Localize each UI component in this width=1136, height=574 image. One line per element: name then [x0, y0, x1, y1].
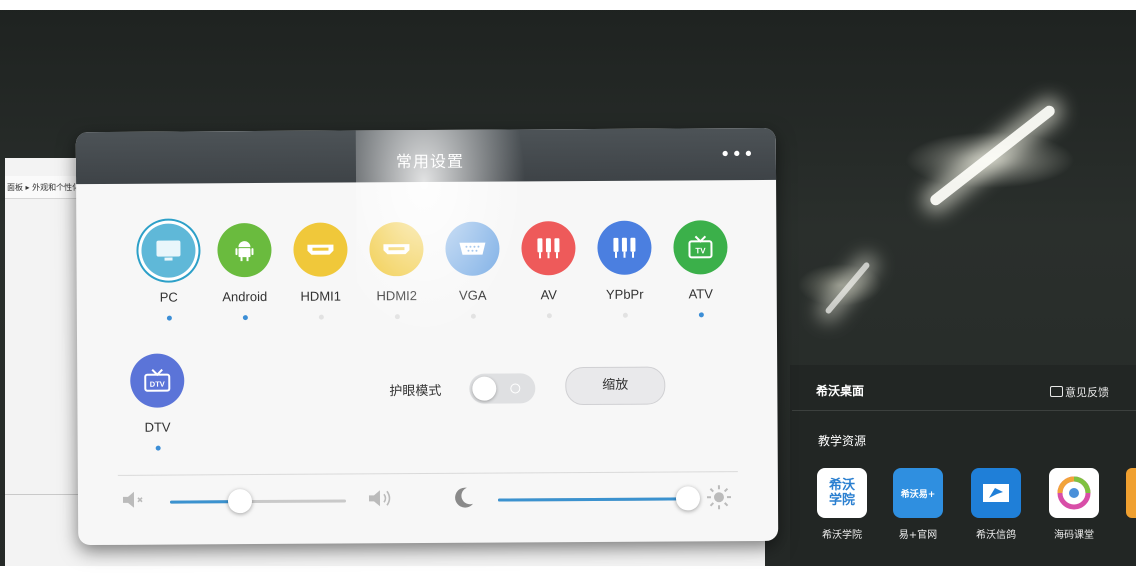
- tv-icon: TV: [673, 220, 728, 275]
- source-vga[interactable]: VGA: [435, 221, 510, 319]
- signal-dot: [546, 313, 552, 319]
- feedback-label: 意见反馈: [1065, 386, 1109, 399]
- source-hdmi1[interactable]: HDMI1: [283, 222, 358, 320]
- monitor-icon: [141, 223, 196, 278]
- signal-dot: [622, 312, 628, 318]
- app-label: 海码课堂: [1054, 530, 1094, 541]
- haima-icon: [1049, 468, 1099, 518]
- signal-dot: [155, 445, 161, 451]
- dtv-icon: DTV: [130, 353, 185, 408]
- source-label: Android: [222, 288, 268, 305]
- divider: [792, 410, 1136, 411]
- app-partial-icon[interactable]: [1126, 468, 1136, 518]
- bottom-border: [0, 566, 1136, 574]
- app-haima[interactable]: 海码课堂: [1046, 468, 1102, 541]
- mute-icon[interactable]: [120, 488, 148, 512]
- app-label: 易+官网: [898, 530, 938, 541]
- source-label: HDMI2: [376, 288, 418, 304]
- brightness-fill: [497, 497, 689, 502]
- svg-text:TV: TV: [695, 246, 706, 255]
- signal-dot: [242, 315, 248, 321]
- app-label: 希沃信鸽: [976, 530, 1016, 541]
- eye-mode-toggle[interactable]: [469, 373, 536, 404]
- desktop-title: 希沃桌面: [816, 384, 865, 398]
- source-pc[interactable]: PC: [131, 223, 206, 321]
- common-settings-dialog: 常用设置 ••• PC Android HDMI1 HDMI2 VGA AV Y…: [75, 127, 779, 546]
- signal-dot: [698, 312, 704, 318]
- section-title: 教学资源: [818, 434, 867, 448]
- source-hdmi2[interactable]: HDMI2: [359, 222, 434, 320]
- comment-icon: [1050, 386, 1063, 397]
- av-icon: [521, 221, 576, 276]
- ypbpr-icon: [597, 220, 652, 275]
- signal-dot: [470, 313, 476, 319]
- volume-up-icon[interactable]: [366, 486, 394, 510]
- app-easy-plus[interactable]: 希沃易+ 易+官网: [890, 468, 946, 541]
- source-label: YPbPr: [605, 286, 644, 302]
- source-ypbpr[interactable]: YPbPr: [587, 220, 662, 318]
- android-icon: [217, 222, 272, 278]
- zoom-button[interactable]: 缩放: [565, 366, 666, 406]
- feedback-link[interactable]: 意见反馈: [1050, 384, 1109, 400]
- toggle-off-indicator: [510, 383, 521, 394]
- volume-slider[interactable]: [169, 499, 347, 504]
- source-label: DTV: [144, 419, 171, 435]
- signal-dot: [166, 315, 172, 321]
- sun-icon[interactable]: [704, 482, 734, 512]
- source-android[interactable]: Android: [207, 222, 282, 321]
- source-atv[interactable]: TV ATV: [663, 220, 738, 318]
- toggle-knob: [472, 376, 497, 401]
- vga-icon: [445, 221, 500, 276]
- more-icon[interactable]: •••: [720, 144, 755, 165]
- app-pigeon[interactable]: 希沃信鸽: [968, 468, 1024, 541]
- dialog-title: 常用设置: [395, 151, 465, 172]
- signal-dot: [318, 314, 324, 320]
- hdmi-icon: [293, 222, 348, 277]
- easy-plus-icon: 希沃易+: [893, 468, 943, 518]
- source-label: PC: [159, 289, 178, 305]
- divider: [117, 471, 738, 476]
- hdmi-icon: [369, 222, 424, 277]
- source-label: ATV: [688, 286, 713, 302]
- signal-dot: [394, 314, 400, 320]
- pigeon-icon: [971, 468, 1021, 518]
- eye-mode-label: 护眼模式: [389, 383, 442, 400]
- brightness-slider[interactable]: [497, 497, 689, 502]
- moon-icon[interactable]: [451, 485, 477, 511]
- volume-slider-handle[interactable]: [228, 489, 253, 514]
- source-label: AV: [540, 287, 557, 303]
- seewo-academy-icon: 希沃学院: [817, 468, 867, 518]
- brightness-slider-handle[interactable]: [675, 486, 701, 511]
- source-label: HDMI1: [300, 288, 342, 304]
- source-av[interactable]: AV: [511, 221, 586, 319]
- svg-text:DTV: DTV: [150, 380, 165, 389]
- app-label: 希沃学院: [822, 530, 862, 541]
- source-dtv[interactable]: DTV DTV: [120, 353, 195, 451]
- source-label: VGA: [458, 287, 487, 303]
- top-border: [0, 0, 1136, 10]
- app-seewo-academy[interactable]: 希沃学院 希沃学院: [814, 468, 870, 541]
